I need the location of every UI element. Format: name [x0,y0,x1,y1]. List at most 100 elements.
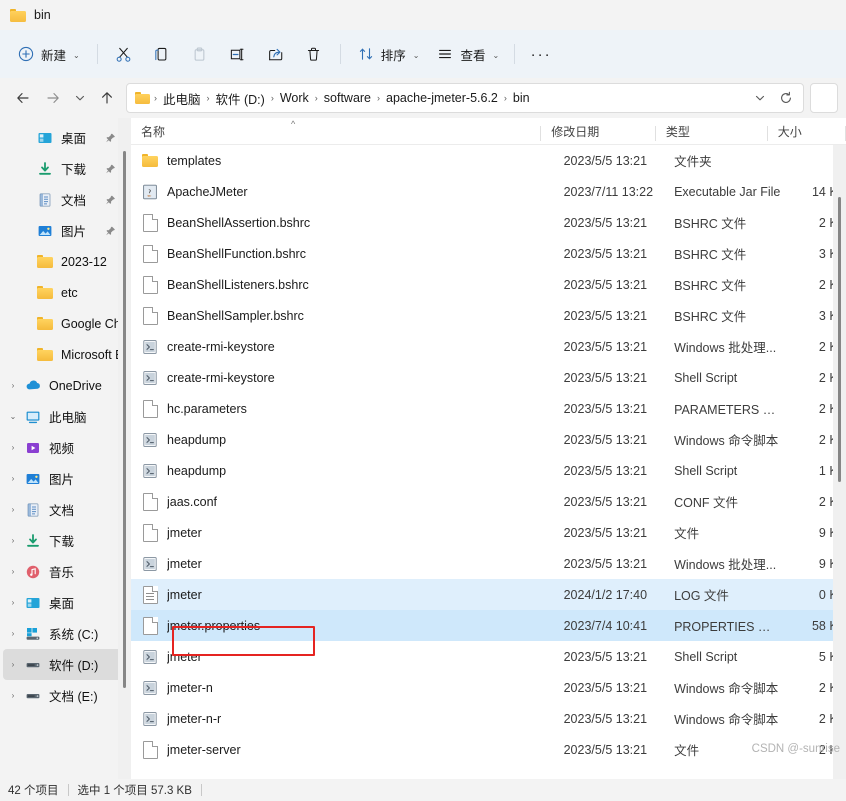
copy-button[interactable] [143,38,181,70]
table-row[interactable]: jmeter2023/5/5 13:21文件9 KB [131,517,846,548]
refresh-button[interactable] [773,85,799,111]
sidebar-item-音乐[interactable]: › 音乐 [3,556,128,587]
table-row[interactable]: BeanShellAssertion.bshrc 2023/5/5 13:21 BS… [131,207,846,238]
table-row[interactable]: BeanShellSampler.bshrc 2023/5/5 13:21 BSHR… [131,300,846,331]
chevron-right-icon[interactable]: › [3,443,23,452]
more-options-button[interactable]: ··· [522,38,560,70]
column-header-0[interactable]: 名称 [131,123,542,141]
sidebar-item-图片[interactable]: 图片 [3,215,128,246]
sidebar-item-OneDrive[interactable]: › OneDrive [3,370,128,401]
table-row[interactable]: create-rmi-keystore 2023/5/5 13:21 Windows… [131,331,846,362]
table-row[interactable]: hc.parameters 2023/5/5 13:21 PARAMETERS 文.… [131,393,846,424]
cut-button[interactable] [105,38,143,70]
file-list-scrollbar[interactable] [833,145,846,779]
sidebar-item-文档[interactable]: 文档 [3,184,128,215]
pin-icon[interactable] [105,194,116,205]
breadcrumb-item-1[interactable]: 软件 (D:) [212,87,269,110]
address-dropdown-button[interactable] [747,85,773,111]
table-row[interactable]: create-rmi-keystore 2023/5/5 13:21 Shell S… [131,362,846,393]
pin-icon[interactable] [105,163,116,174]
up-button[interactable] [92,84,122,112]
file-date: 2023/5/5 13:21 [563,308,648,323]
share-icon [266,44,286,64]
view-button[interactable]: 查看 ⌄ [427,38,507,70]
search-input[interactable] [810,83,838,113]
file-name-cell: BeanShellListeners.bshrc [131,275,564,294]
table-row[interactable]: ApacheJMeter 2023/7/11 13:22 Executable Ja… [131,176,846,207]
file-name-cell: hc.parameters [131,399,564,418]
breadcrumb-bar[interactable]: › 此电脑 › 软件 (D:) › Work › software › apache-jmeter… [126,83,804,113]
table-row[interactable]: jmeter2024/1/2 17:40LOG 文件0 KB [131,579,846,610]
sidebar-item-视频[interactable]: › 视频 [3,432,128,463]
table-row[interactable]: templates 2023/5/5 13:21 文件夹 [131,145,846,176]
file-list-scrollbar-thumb[interactable] [838,197,841,482]
table-row[interactable]: jmeter2023/5/5 13:21Shell Script5 KB [131,641,846,672]
rename-button[interactable] [219,38,257,70]
table-row[interactable]: jmeter-n-r2023/5/5 13:21Windows 命令脚本2 KB [131,703,846,734]
chevron-right-icon[interactable]: › [3,536,23,545]
table-row[interactable]: heapdump2023/5/5 13:21Windows 命令脚本2 KB [131,424,846,455]
column-header-2[interactable]: 类型 [656,123,768,141]
sidebar-item-etc[interactable]: etc [3,277,128,308]
sidebar-item-label: 图片 [61,225,87,239]
breadcrumb-item-0[interactable]: 此电脑 [159,87,205,110]
new-button-label: 新建 [41,48,67,63]
sort-button[interactable]: 排序 ⌄ [348,38,428,70]
sidebar-scrollbar-thumb[interactable] [123,151,126,688]
sidebar-scrollbar[interactable] [118,118,131,779]
chevron-right-icon[interactable]: › [3,660,23,669]
recent-locations-button[interactable] [68,84,92,112]
forward-button[interactable] [38,84,68,112]
pin-icon[interactable] [105,225,116,236]
table-row[interactable]: heapdump2023/5/5 13:21Shell Script1 KB [131,455,846,486]
delete-button[interactable] [295,38,333,70]
table-row[interactable]: jmeter.properties 2023/7/4 10:41 PROPERTIE… [131,610,846,641]
breadcrumb-item-2[interactable]: Work [276,89,313,107]
sidebar-item-此电脑[interactable]: ⌄ 此电脑 [3,401,128,432]
sidebar-item-文档E[interactable]: › 文档 (E:) [3,680,128,711]
new-button[interactable]: 新建 ⌄ [8,38,90,70]
table-row[interactable]: jaas.conf2023/5/5 13:21CONF 文件2 KB [131,486,846,517]
sidebar-item-下载[interactable]: › 下载 [3,525,128,556]
file-date: 2023/5/5 13:21 [563,742,648,757]
sidebar-item-系统C[interactable]: › 系统 (C:) [3,618,128,649]
column-header-3[interactable]: 大小 [768,123,846,141]
table-row[interactable]: jmeter-n2023/5/5 13:21Windows 命令脚本2 KB [131,672,846,703]
breadcrumb-item-3[interactable]: software [320,89,375,107]
sidebar-item-文档[interactable]: › 文档 [3,494,128,525]
paste-button[interactable] [181,38,219,70]
file-icon [141,275,159,294]
chevron-right-icon[interactable]: › [3,691,23,700]
table-row[interactable]: BeanShellListeners.bshrc 2023/5/5 13:21 BS… [131,269,846,300]
file-type: Windows 命令脚本 [674,713,779,727]
chevron-right-icon[interactable]: › [3,505,23,514]
chevron-right-icon[interactable]: › [3,567,23,576]
navigation-list: 桌面下载文档图片 2023-12etcGoogle ChromeMicrosoft… [0,122,131,711]
pin-icon[interactable] [105,132,116,143]
sidebar-item-图片[interactable]: › 图片 [3,463,128,494]
table-row[interactable]: jmeter2023/5/5 13:21Windows 批处理...9 KB [131,548,846,579]
file-name: jmeter [167,525,202,540]
table-row[interactable]: BeanShellFunction.bshrc 2023/5/5 13:21 BSH… [131,238,846,269]
file-date: 2024/1/2 17:40 [563,587,648,602]
chevron-right-icon[interactable]: › [3,474,23,483]
sidebar-item-软件D[interactable]: › 软件 (D:) [3,649,128,680]
sidebar-item-MicrosoftEdge[interactable]: Microsoft Edge [3,339,128,370]
sidebar-item-下载[interactable]: 下载 [3,153,128,184]
column-header-1[interactable]: 修改日期 [541,123,656,141]
chevron-right-icon[interactable]: › [3,381,23,390]
breadcrumb-item-4[interactable]: apache-jmeter-5.6.2 [382,89,502,107]
chevron-right-icon[interactable]: › [3,598,23,607]
file-date: 2023/5/5 13:21 [563,277,648,292]
computer-icon [23,409,43,425]
share-button[interactable] [257,38,295,70]
chevron-right-icon[interactable]: › [3,629,23,638]
sidebar-item-桌面[interactable]: › 桌面 [3,587,128,618]
sidebar-item-202312[interactable]: 2023-12 [3,246,128,277]
sidebar-item-桌面[interactable]: 桌面 [3,122,128,153]
chevron-down-icon[interactable]: ⌄ [3,412,23,421]
back-button[interactable] [8,84,38,112]
sidebar-item-GoogleChrome[interactable]: Google Chrome [3,308,128,339]
breadcrumb-item-5[interactable]: bin [509,89,534,107]
table-row[interactable]: jmeter-server2023/5/5 13:21文件2 KB [131,734,846,765]
